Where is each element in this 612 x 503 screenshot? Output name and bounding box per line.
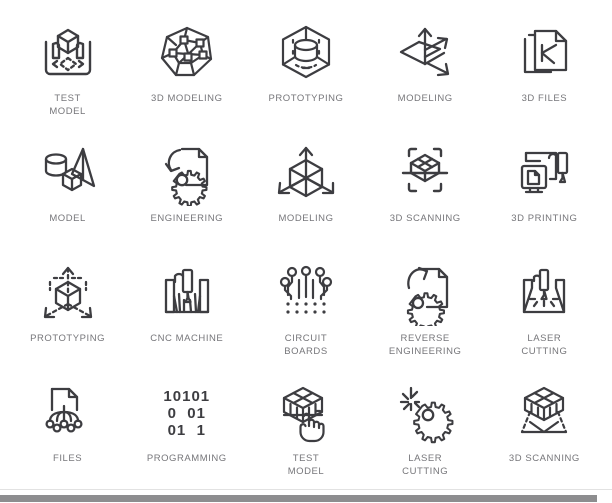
icon-cell-test-model-hand[interactable]: TEST MODEL xyxy=(246,372,365,492)
icon-cell-model[interactable]: MODEL xyxy=(8,132,127,252)
laser-cutter-beam-icon xyxy=(508,260,580,326)
cylinder-cube-cone-shapes-icon xyxy=(32,140,104,206)
cube-grid-hand-touch-icon xyxy=(270,380,342,446)
icon-label: 3D SCANNING xyxy=(389,213,461,224)
icon-cell-engineering[interactable]: ENGINEERING xyxy=(127,132,246,252)
binary-code-icon: 10101 0 01 01 1 xyxy=(151,380,223,446)
icon-cell-prototyping-cube[interactable]: PROTOTYPING xyxy=(8,252,127,372)
circuit-board-nodes-icon xyxy=(270,260,342,326)
icon-cell-3d-scanning[interactable]: 3D SCANNING xyxy=(366,132,485,252)
icon-label: TEST MODEL xyxy=(49,93,86,117)
icon-label: 3D FILES xyxy=(521,93,568,104)
cube-scan-rays-icon xyxy=(508,380,580,446)
icon-label: PROTOTYPING xyxy=(268,93,344,104)
icon-cell-reverse-engineering[interactable]: REVERSE ENGINEERING xyxy=(366,252,485,372)
icon-label: MODEL xyxy=(49,213,86,224)
cube-axis-arrows-icon xyxy=(270,140,342,206)
3d-printer-bed-cube-arrows-icon xyxy=(32,20,104,86)
icon-cell-3d-modeling[interactable]: 3D MODELING xyxy=(127,12,246,132)
icon-cell-test-model[interactable]: TEST MODEL xyxy=(8,12,127,132)
icon-label: LASER CUTTING xyxy=(521,333,568,357)
icon-label: ENGINEERING xyxy=(150,213,224,224)
stacked-documents-3d-icon xyxy=(508,20,580,86)
icon-label: TEST MODEL xyxy=(287,453,325,477)
cnc-milling-machine-icon xyxy=(151,260,223,326)
cube-dashed-arrows-icon xyxy=(32,260,104,326)
icon-cell-files[interactable]: FILES xyxy=(8,372,127,492)
icon-label: 3D MODELING xyxy=(151,93,223,104)
cube-scan-brackets-icon xyxy=(389,140,461,206)
binary-line-2: 0 01 xyxy=(167,404,206,422)
gear-laser-spark-icon xyxy=(389,380,461,446)
icon-cell-3d-files[interactable]: 3D FILES xyxy=(485,12,604,132)
axis-arrows-plane-icon xyxy=(389,20,461,86)
horizontal-scrollbar-thumb[interactable] xyxy=(0,495,597,502)
icon-cell-programming[interactable]: 10101 0 01 01 1 PROGRAMMING xyxy=(127,372,246,492)
binary-line-3: 01 1 xyxy=(167,421,206,439)
icon-sheet: TEST MODEL 3D MODELING PROTOTYPING MODEL… xyxy=(0,0,612,489)
icon-cell-modeling-cube[interactable]: MODELING xyxy=(246,132,365,252)
icon-label: 3D SCANNING xyxy=(508,453,580,464)
icon-cell-prototyping[interactable]: PROTOTYPING xyxy=(246,12,365,132)
icon-label: MODELING xyxy=(278,213,334,224)
icon-cell-modeling-plane[interactable]: MODELING xyxy=(366,12,485,132)
polygon-mesh-wireframe-icon xyxy=(151,20,223,86)
document-gear-arrow-icon xyxy=(389,260,461,326)
document-gear-refresh-icon xyxy=(151,140,223,206)
icon-label: CNC MACHINE xyxy=(150,333,224,344)
binary-line-1: 10101 xyxy=(163,387,211,405)
icon-cell-3d-printing[interactable]: 3D PRINTING xyxy=(485,132,604,252)
horizontal-scrollbar-track[interactable] xyxy=(0,489,612,503)
icon-label: CIRCUIT BOARDS xyxy=(284,333,328,357)
icon-label: PROTOTYPING xyxy=(30,333,106,344)
icon-label: LASER CUTTING xyxy=(402,453,449,477)
icon-cell-laser-cutting[interactable]: LASER CUTTING xyxy=(485,252,604,372)
printer-monitor-document-icon xyxy=(508,140,580,206)
document-circuit-tree-icon xyxy=(32,380,104,446)
icon-label: PROGRAMMING xyxy=(146,453,227,464)
icon-label: REVERSE ENGINEERING xyxy=(388,333,462,357)
icon-cell-3d-scanning-rays[interactable]: 3D SCANNING xyxy=(485,372,604,492)
icon-cell-cnc-machine[interactable]: CNC MACHINE xyxy=(127,252,246,372)
hexagon-cylinder-prototype-icon xyxy=(270,20,342,86)
icon-cell-circuit-boards[interactable]: CIRCUIT BOARDS xyxy=(246,252,365,372)
icon-label: 3D PRINTING xyxy=(511,213,578,224)
icon-label: MODELING xyxy=(397,93,453,104)
icon-cell-laser-cutting-gear[interactable]: LASER CUTTING xyxy=(366,372,485,492)
icon-label: FILES xyxy=(53,453,83,464)
icon-grid: TEST MODEL 3D MODELING PROTOTYPING MODEL… xyxy=(8,12,604,492)
